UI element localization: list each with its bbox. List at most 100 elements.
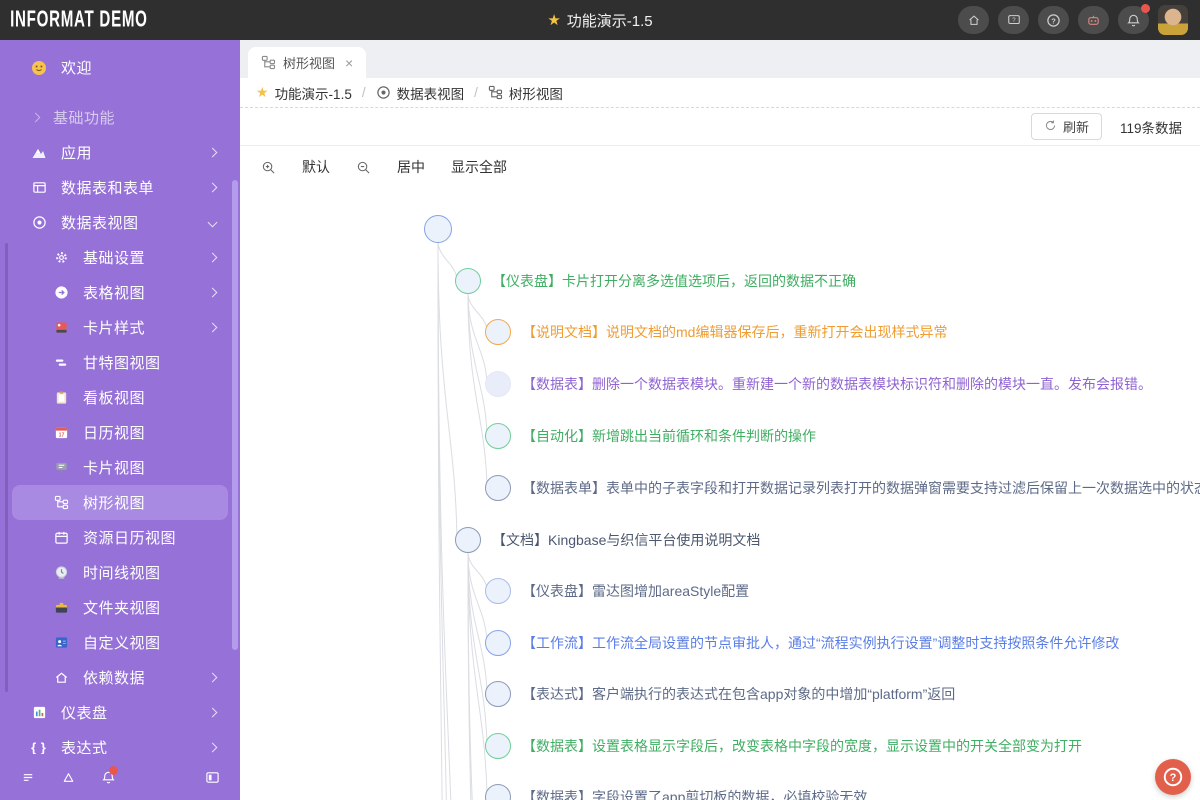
- sidebar-item-label: 卡片样式: [83, 320, 146, 337]
- sidebar-item-label: 应用: [61, 145, 93, 162]
- tree-node-label[interactable]: 【数据表】设置表格显示字段后，改变表格中字段的宽度，显示设置中的开关全部变为打开: [522, 736, 1082, 756]
- sidebar-item-folder-view[interactable]: 文件夹视图: [12, 590, 228, 625]
- tree-node-label[interactable]: 【表达式】客户端执行的表达式在包含app对象的中增加“platform”返回: [522, 684, 955, 704]
- record-count: 119条数据: [1119, 120, 1182, 136]
- zoom-in-button[interactable]: [261, 160, 276, 175]
- tree-node-label[interactable]: 【数据表】字段设置了app剪切板的数据，必填校验无效: [522, 787, 867, 800]
- sidebar-item-tree-view[interactable]: 树形视图: [12, 485, 228, 520]
- sidebar-item-table-views[interactable]: 数据表视图: [12, 205, 228, 240]
- sidebar-footer: [0, 754, 240, 800]
- tree-canvas[interactable]: 【仪表盘】卡片打开分离多选值选项后，返回的数据不正确【说明文档】说明文档的md编…: [240, 188, 1200, 800]
- show-all-button[interactable]: 显示全部: [451, 157, 507, 177]
- refresh-button[interactable]: 刷新: [1030, 113, 1102, 140]
- chevron-right-icon: [207, 182, 218, 193]
- sidebar-item-label: 文件夹视图: [83, 600, 161, 617]
- tree-node[interactable]: [455, 527, 481, 553]
- tree-view-icon: [488, 85, 503, 100]
- sidebar-item-label: 看板视图: [83, 390, 146, 407]
- tree-node-label[interactable]: 【数据表】删除一个数据表模块。重新建一个新的数据表模块标识符和删除的模块一直。发…: [522, 374, 1152, 394]
- sidebar-item-table-view[interactable]: 表格视图: [12, 275, 228, 310]
- sidebar-item-basic-functions[interactable]: 基础功能: [12, 100, 228, 135]
- main-content: 树形视图 × ★ 功能演示-1.5 / 数据表视图 / 树形视图 刷新 119条数据 默认…: [240, 40, 1200, 800]
- sidebar-item-card-style[interactable]: 卡片样式: [12, 310, 228, 345]
- breadcrumb-item[interactable]: 树形视图: [488, 83, 563, 103]
- help-button[interactable]: ?: [1038, 6, 1069, 34]
- home-button[interactable]: [958, 6, 989, 34]
- refresh-icon: [1044, 119, 1057, 135]
- tree-node-label[interactable]: 【自动化】新增跳出当前循环和条件判断的操作: [522, 426, 816, 446]
- tree-node[interactable]: [485, 319, 511, 345]
- sidebar-item-board-view[interactable]: 看板视图: [12, 380, 228, 415]
- chevron-right-icon: [207, 322, 218, 333]
- gantt-icon: [52, 354, 70, 372]
- tree-node-label[interactable]: 【仪表盘】雷达图增加areaStyle配置: [522, 581, 749, 601]
- tree-toolbar-label: 默认: [302, 159, 330, 175]
- tree-node-label[interactable]: 【工作流】工作流全局设置的节点审批人，通过“流程实例执行设置”调整时支持按照条件…: [522, 633, 1119, 653]
- sidebar-item-label: 日历视图: [83, 425, 146, 442]
- calendar-outline-icon: [52, 529, 70, 547]
- sidebar-item-timeline-view[interactable]: 时间线视图: [12, 555, 228, 590]
- center-button[interactable]: 居中: [397, 157, 425, 177]
- app-logo: INFORMAT DEMO: [10, 6, 148, 33]
- sidebar-item-label: 树形视图: [83, 495, 146, 512]
- star-icon: ★: [256, 84, 269, 100]
- feedback-button[interactable]: ?: [998, 6, 1029, 34]
- sidebar-item-expression[interactable]: { } 表达式: [12, 730, 228, 754]
- sidebar-item-label: 依赖数据: [83, 670, 146, 687]
- briefcase-icon: [52, 599, 70, 617]
- sidebar-item-tables-and-forms[interactable]: 数据表和表单: [12, 170, 228, 205]
- zoom-default-button[interactable]: 默认: [302, 157, 330, 177]
- tree-node[interactable]: [485, 681, 511, 707]
- tree-node-label[interactable]: 【文档】Kingbase与织信平台使用说明文档: [492, 530, 760, 550]
- tree-node-label[interactable]: 【数据表单】表单中的子表字段和打开数据记录列表打开的数据弹窗需要支持过滤后保留上…: [522, 478, 1200, 498]
- tree-node[interactable]: [485, 578, 511, 604]
- tab-close-icon[interactable]: ×: [345, 56, 353, 70]
- avatar[interactable]: [1158, 5, 1188, 35]
- tree-node[interactable]: [455, 268, 481, 294]
- menu-lines-icon[interactable]: [19, 768, 37, 786]
- sidebar-item-application[interactable]: 应用: [12, 135, 228, 170]
- tree-node[interactable]: [485, 733, 511, 759]
- circle-dot-icon: [30, 214, 48, 232]
- chevron-right-icon: [207, 672, 218, 683]
- window-icon: [30, 179, 48, 197]
- bell-icon[interactable]: [99, 766, 118, 786]
- tree-toolbar: 默认 居中 显示全部: [240, 146, 1200, 188]
- tree-node[interactable]: [485, 630, 511, 656]
- tree-node[interactable]: [485, 475, 511, 501]
- tree-node[interactable]: [485, 423, 511, 449]
- sidebar-item-gantt-view[interactable]: 甘特图视图: [12, 345, 228, 380]
- view-toolbar: 刷新 119条数据: [240, 108, 1200, 146]
- breadcrumb-item[interactable]: 数据表视图: [376, 83, 465, 103]
- zoom-out-button[interactable]: [356, 160, 371, 175]
- notifications-button[interactable]: [1118, 4, 1150, 34]
- tree-node[interactable]: [424, 215, 452, 243]
- breadcrumb-item[interactable]: ★ 功能演示-1.5: [256, 83, 352, 103]
- sidebar-item-card-view[interactable]: 卡片视图: [12, 450, 228, 485]
- chart-icon: [30, 704, 48, 722]
- svg-text:?: ?: [1012, 17, 1016, 24]
- sidebar-item-dashboard[interactable]: 仪表盘: [12, 695, 228, 730]
- tree-node[interactable]: [485, 371, 511, 397]
- clock-icon: [52, 564, 70, 582]
- tree-toolbar-label: 居中: [397, 159, 425, 175]
- refresh-label: 刷新: [1062, 120, 1089, 135]
- tree-node-label[interactable]: 【仪表盘】卡片打开分离多选值选项后，返回的数据不正确: [492, 271, 856, 291]
- breadcrumb: ★ 功能演示-1.5 / 数据表视图 / 树形视图: [240, 78, 1200, 108]
- assistant-button[interactable]: [1078, 6, 1109, 34]
- sidebar-item-resource-calendar-view[interactable]: 资源日历视图: [12, 520, 228, 555]
- sidebar-scrollbar[interactable]: [232, 180, 238, 650]
- sidebar-item-basic-settings[interactable]: 基础设置: [12, 240, 228, 275]
- sidebar-item-custom-view[interactable]: 自定义视图: [12, 625, 228, 660]
- sidebar-item-dependent-data[interactable]: 依赖数据: [12, 660, 228, 695]
- braces-icon: { }: [31, 740, 47, 754]
- sidebar-item-calendar-view[interactable]: 17 日历视图: [12, 415, 228, 450]
- collapse-panel-icon[interactable]: [203, 768, 221, 786]
- tab-tree-view[interactable]: 树形视图 ×: [248, 47, 367, 78]
- circle-dot-icon: [376, 85, 391, 100]
- triangle-icon[interactable]: [59, 768, 77, 786]
- breadcrumb-label: 数据表视图: [396, 86, 465, 102]
- tree-node-label[interactable]: 【说明文档】说明文档的md编辑器保存后，重新打开会出现样式异常: [522, 322, 947, 342]
- sidebar-item-welcome[interactable]: 欢迎: [12, 50, 228, 85]
- help-fab[interactable]: ?: [1155, 759, 1191, 795]
